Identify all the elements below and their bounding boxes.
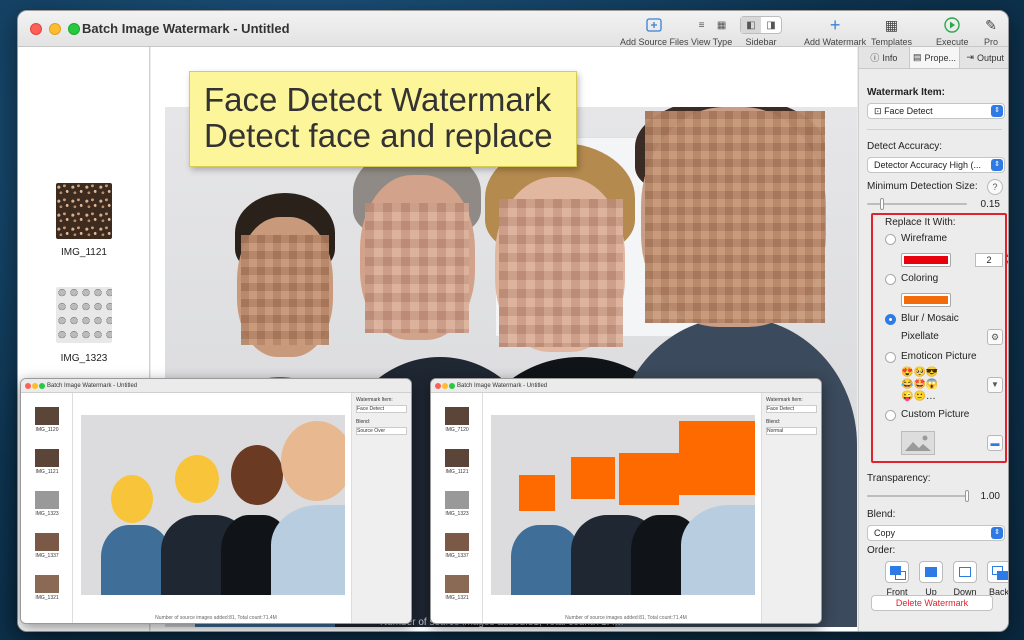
add-watermark-button[interactable]: + Add Watermark xyxy=(804,14,866,48)
min-size-slider-knob[interactable] xyxy=(880,198,884,210)
delete-watermark-button[interactable]: Delete Watermark xyxy=(871,595,993,611)
tab-output[interactable]: ⇥ Output xyxy=(960,47,1008,68)
detect-accuracy-select[interactable]: Detector Accuracy High (... ⇕ xyxy=(867,157,1005,173)
file-thumbnail[interactable] xyxy=(56,183,112,239)
colored-face-box xyxy=(571,457,615,499)
watermark-item-select[interactable]: ⊡ Face Detect ⇕ xyxy=(867,103,1005,119)
face-icon: ⊡ xyxy=(874,106,882,116)
colored-face-box xyxy=(679,421,755,495)
right-sidebar-icon[interactable]: ◨ xyxy=(761,17,781,33)
transparency-slider[interactable] xyxy=(867,490,969,502)
chevron-updown-icon: ⇕ xyxy=(991,159,1003,171)
replace-section-highlight xyxy=(871,213,1007,463)
info-icon: ⓘ xyxy=(870,53,880,63)
mosaic-face xyxy=(499,199,623,347)
pen-icon: ✎ xyxy=(985,16,997,33)
properties-icon: ▤ xyxy=(912,52,922,62)
watermark-item-label: Watermark Item: xyxy=(867,87,945,98)
emoji-face xyxy=(231,445,283,505)
help-button[interactable]: ? xyxy=(987,179,1003,195)
mosaic-face xyxy=(241,235,329,345)
title-bar: Batch Image Watermark - Untitled Add Sou… xyxy=(18,11,1008,47)
add-image-icon xyxy=(646,15,662,35)
emoji-face xyxy=(281,421,345,501)
blend-select[interactable]: Copy ⇕ xyxy=(867,525,1005,541)
bring-to-front-button[interactable] xyxy=(885,561,909,583)
colored-face-box xyxy=(619,453,679,505)
chevron-updown-icon: ⇕ xyxy=(991,105,1003,117)
coloring-example-screenshot: Batch Image Watermark - Untitled IMG_712… xyxy=(430,378,822,624)
tab-info[interactable]: ⓘ Info xyxy=(859,47,910,68)
file-name[interactable]: IMG_1121 xyxy=(18,247,150,258)
add-source-files-button[interactable]: Add Source Files xyxy=(620,15,689,47)
view-type-control[interactable]: ≡ ▦ View Type xyxy=(691,15,732,48)
promo-banner: Face Detect Watermark Detect face and re… xyxy=(189,71,577,167)
file-name[interactable]: IMG_1323 xyxy=(18,353,150,364)
left-sidebar-icon[interactable]: ◧ xyxy=(741,17,761,33)
minimize-window-button[interactable] xyxy=(49,23,61,35)
move-down-button[interactable] xyxy=(953,561,977,583)
list-view-icon[interactable]: ≡ xyxy=(692,17,712,33)
pro-button[interactable]: ✎ Pro xyxy=(984,15,998,48)
inspector-tabs: ⓘ Info ▤ Prope... ⇥ Output xyxy=(859,47,1008,69)
emoji-face xyxy=(111,475,153,523)
window-title: Batch Image Watermark - Untitled xyxy=(82,21,290,36)
emoji-face xyxy=(175,455,219,503)
templates-button[interactable]: ▦ Templates xyxy=(871,15,912,48)
play-icon xyxy=(944,15,960,35)
inspector-panel: ⓘ Info ▤ Prope... ⇥ Output Watermark Item: … xyxy=(858,47,1008,631)
close-window-button[interactable] xyxy=(30,23,42,35)
min-size-slider[interactable] xyxy=(867,198,967,210)
sidebar-toggle-control[interactable]: ◧ ◨ Sidebar xyxy=(740,15,782,47)
grid-view-icon[interactable]: ▦ xyxy=(712,17,732,33)
tab-properties[interactable]: ▤ Prope... xyxy=(909,47,961,68)
transparency-slider-knob[interactable] xyxy=(965,490,969,502)
zoom-window-button[interactable] xyxy=(68,23,80,35)
emoticon-example-screenshot: Batch Image Watermark - Untitled IMG_112… xyxy=(20,378,412,624)
colored-face-box xyxy=(519,475,555,511)
output-icon: ⇥ xyxy=(966,52,974,62)
mosaic-face xyxy=(365,203,469,333)
execute-button[interactable]: Execute xyxy=(936,15,969,47)
plus-icon: + xyxy=(829,14,841,35)
mosaic-face xyxy=(645,111,825,323)
move-up-button[interactable] xyxy=(919,561,943,583)
chevron-updown-icon: ⇕ xyxy=(991,527,1003,539)
file-thumbnail[interactable] xyxy=(56,287,112,343)
templates-grid-icon: ▦ xyxy=(884,16,899,33)
send-to-back-button[interactable] xyxy=(987,561,1008,583)
